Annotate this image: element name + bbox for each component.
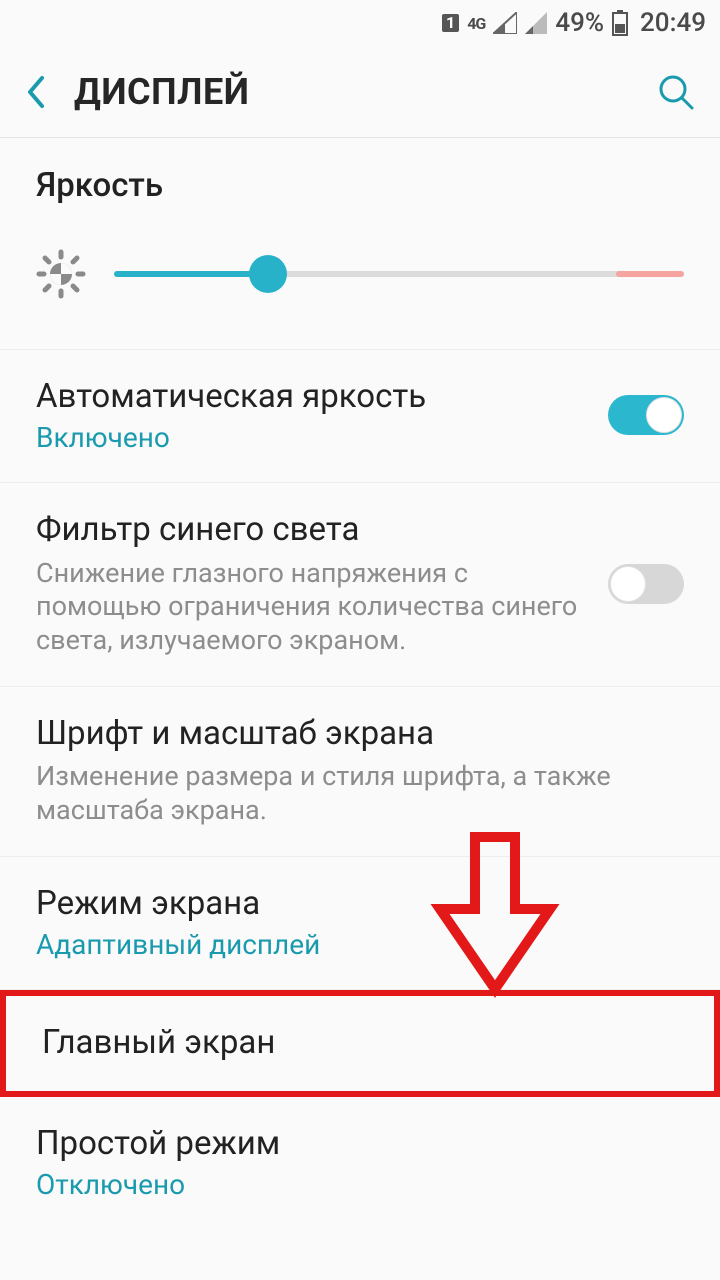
toggle-knob — [610, 566, 646, 602]
search-icon — [656, 72, 696, 112]
app-bar: ДИСПЛЕЙ — [0, 46, 720, 138]
clock: 20:49 — [640, 8, 706, 38]
brightness-row — [0, 221, 720, 350]
screen-mode-title: Режим экрана — [36, 883, 684, 924]
blue-light-filter-desc: Снижение глазного напряжения с помощью о… — [36, 557, 588, 658]
page-title: ДИСПЛЕЙ — [64, 71, 648, 113]
slider-thumb[interactable] — [249, 255, 287, 293]
brightness-icon — [36, 249, 86, 299]
back-button[interactable] — [24, 74, 64, 110]
status-bar: 1 4G 49% 20:49 — [0, 0, 720, 46]
font-scale-item[interactable]: Шрифт и масштаб экрана Изменение размера… — [0, 687, 720, 857]
simple-mode-item[interactable]: Простой режим Отключено — [0, 1097, 720, 1229]
search-button[interactable] — [648, 72, 696, 112]
auto-brightness-toggle[interactable] — [608, 395, 684, 435]
brightness-slider[interactable] — [114, 271, 684, 277]
blue-light-filter-title: Фильтр синего света — [36, 509, 588, 550]
auto-brightness-status: Включено — [36, 421, 588, 454]
brightness-label: Яркость — [0, 138, 720, 221]
blue-light-filter-toggle[interactable] — [608, 564, 684, 604]
chevron-left-icon — [24, 74, 46, 110]
battery-percent: 49% — [555, 8, 604, 38]
auto-brightness-title: Автоматическая яркость — [36, 376, 588, 417]
signal-icon-1 — [493, 12, 517, 34]
simple-mode-status: Отключено — [36, 1168, 684, 1201]
font-scale-title: Шрифт и масштаб экрана — [36, 713, 684, 754]
screen-mode-item[interactable]: Режим экрана Адаптивный дисплей — [0, 857, 720, 990]
toggle-knob — [646, 397, 682, 433]
screen-mode-status: Адаптивный дисплей — [36, 928, 684, 961]
settings-list: Яркость Автоматическая яркос — [0, 138, 720, 1229]
signal-icon-2 — [525, 12, 547, 34]
network-type: 4G — [467, 14, 485, 33]
slider-fill — [114, 271, 268, 277]
battery-icon — [612, 10, 628, 36]
sim-slot-badge: 1 — [442, 14, 459, 32]
simple-mode-title: Простой режим — [36, 1123, 684, 1164]
slider-hot-zone — [616, 271, 684, 277]
auto-brightness-item[interactable]: Автоматическая яркость Включено — [0, 350, 720, 483]
home-screen-item[interactable]: Главный экран — [0, 990, 720, 1097]
font-scale-desc: Изменение размера и стиля шрифта, а такж… — [36, 760, 684, 828]
home-screen-title: Главный экран — [42, 1022, 678, 1063]
blue-light-filter-item[interactable]: Фильтр синего света Снижение глазного на… — [0, 483, 720, 687]
